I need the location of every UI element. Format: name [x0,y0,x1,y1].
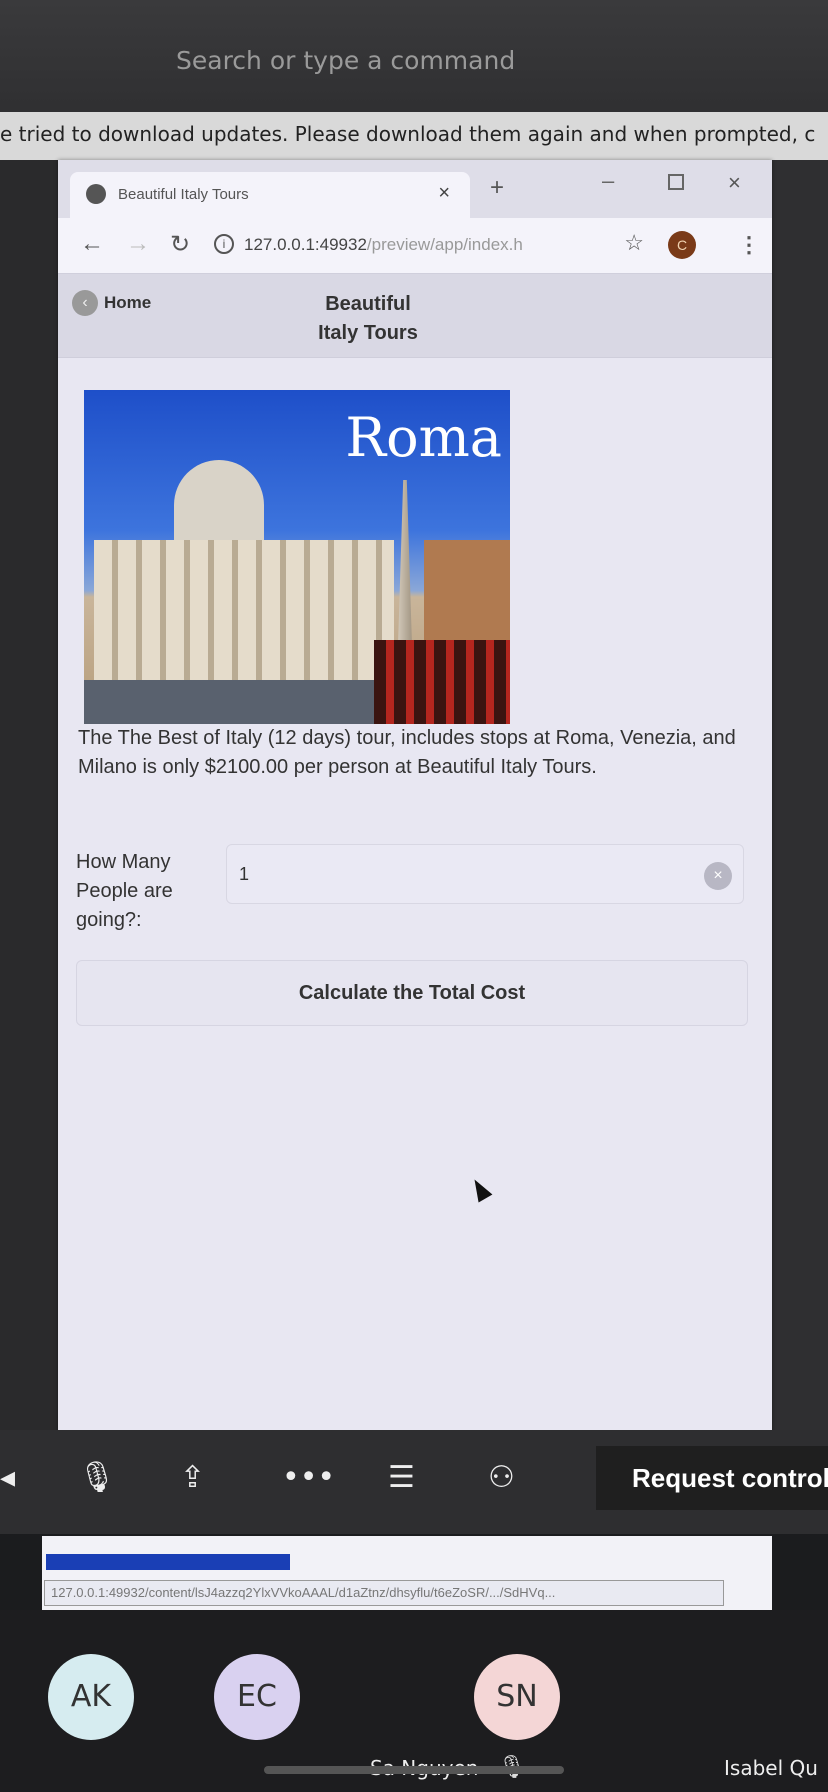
bookmark-star-icon[interactable]: ☆ [624,230,644,256]
globe-icon [86,184,106,204]
participant-avatar-ec[interactable]: EC [214,1654,300,1740]
browser-window: Beautiful Italy Tours × + – × ← → ↻ i 12… [58,160,772,1434]
tab-title: Beautiful Italy Tours [118,186,249,203]
participant-avatar-ak[interactable]: AK [48,1654,134,1740]
maximize-icon[interactable] [668,174,684,190]
status-url: 127.0.0.1:49932/content/lsJ4azzq2YlxVVko… [44,1580,724,1606]
meeting-control-bar: ◂ 🎙 ⇪ ••• ☰ ⚇ Request control [0,1430,828,1534]
back-circle-icon: ‹ [72,290,98,316]
shared-screen-margin-right [772,160,828,1430]
forward-arrow-icon[interactable]: → [126,230,150,258]
shared-screen-margin-left [0,160,58,1430]
home-label: Home [104,293,152,312]
mouse-pointer-icon [467,1175,493,1203]
info-icon[interactable]: i [214,234,234,254]
tour-description: The The Best of Italy (12 days) tour, in… [78,727,736,778]
chat-icon[interactable]: ☰ [388,1460,415,1495]
roma-hero-image: Roma [84,390,510,724]
share-screen-icon[interactable]: ⇪ [180,1460,205,1495]
command-search[interactable]: Search or type a command [176,46,515,75]
home-button[interactable]: ‹ Home [72,290,151,316]
browser-status-bar: 127.0.0.1:49932/content/lsJ4azzq2YlxVVko… [42,1536,772,1610]
url-path: /preview/app/index.h [366,235,523,254]
new-tab-icon[interactable]: + [490,174,504,202]
url-host: 127.0.0.1:49932 [244,235,367,254]
address-bar[interactable]: i 127.0.0.1:49932/preview/app/index.h ☆ … [206,226,696,264]
tab-strip: Beautiful Italy Tours × + – × [58,160,772,218]
home-indicator [264,1766,564,1774]
page-title-line2: Italy Tours [318,322,418,344]
basilica-facade [94,540,394,690]
reload-icon[interactable]: ↻ [170,230,190,259]
minimize-icon[interactable]: – [602,168,614,194]
dome-shape [174,460,264,550]
calculate-total-button[interactable]: Calculate the Total Cost [76,960,748,1026]
clear-input-icon[interactable]: × [704,862,732,890]
back-arrow-icon[interactable]: ← [80,230,104,258]
page-title-line1: Beautiful [325,293,411,315]
people-count-label: How Many People are going?: [76,851,173,931]
participant-avatar-sn[interactable]: SN [474,1654,560,1740]
close-window-icon[interactable]: × [728,170,741,196]
app-header: ‹ Home Beautiful Italy Tours [58,274,772,358]
participants-strip: AK EC SN Sa Nguyen 🎙 Isabel Qu [0,1610,828,1792]
participants-icon[interactable]: ⚇ [488,1460,515,1495]
mic-off-icon[interactable]: 🎙 [78,1460,116,1495]
profile-avatar[interactable]: C [668,231,696,259]
hero-caption: Roma [345,406,502,469]
update-banner: e tried to download updates. Please down… [0,112,828,160]
browser-toolbar: ← → ↻ i 127.0.0.1:49932/preview/app/inde… [58,218,772,274]
request-control-button[interactable]: Request control [596,1446,828,1510]
more-options-icon[interactable]: ••• [282,1460,335,1495]
participant-name-isabel: Isabel Qu [724,1756,818,1780]
loading-progress-bar [46,1554,290,1570]
page-title: Beautiful Italy Tours [268,290,468,348]
guards-shape [374,640,510,724]
close-tab-icon[interactable]: × [438,182,450,205]
browser-tab[interactable]: Beautiful Italy Tours × [70,172,470,218]
camera-off-icon[interactable]: ◂ [0,1460,15,1495]
people-count-input[interactable] [226,844,744,904]
menu-kebab-icon[interactable]: ⋮ [738,232,760,258]
url-text: 127.0.0.1:49932/preview/app/index.h [244,235,523,255]
